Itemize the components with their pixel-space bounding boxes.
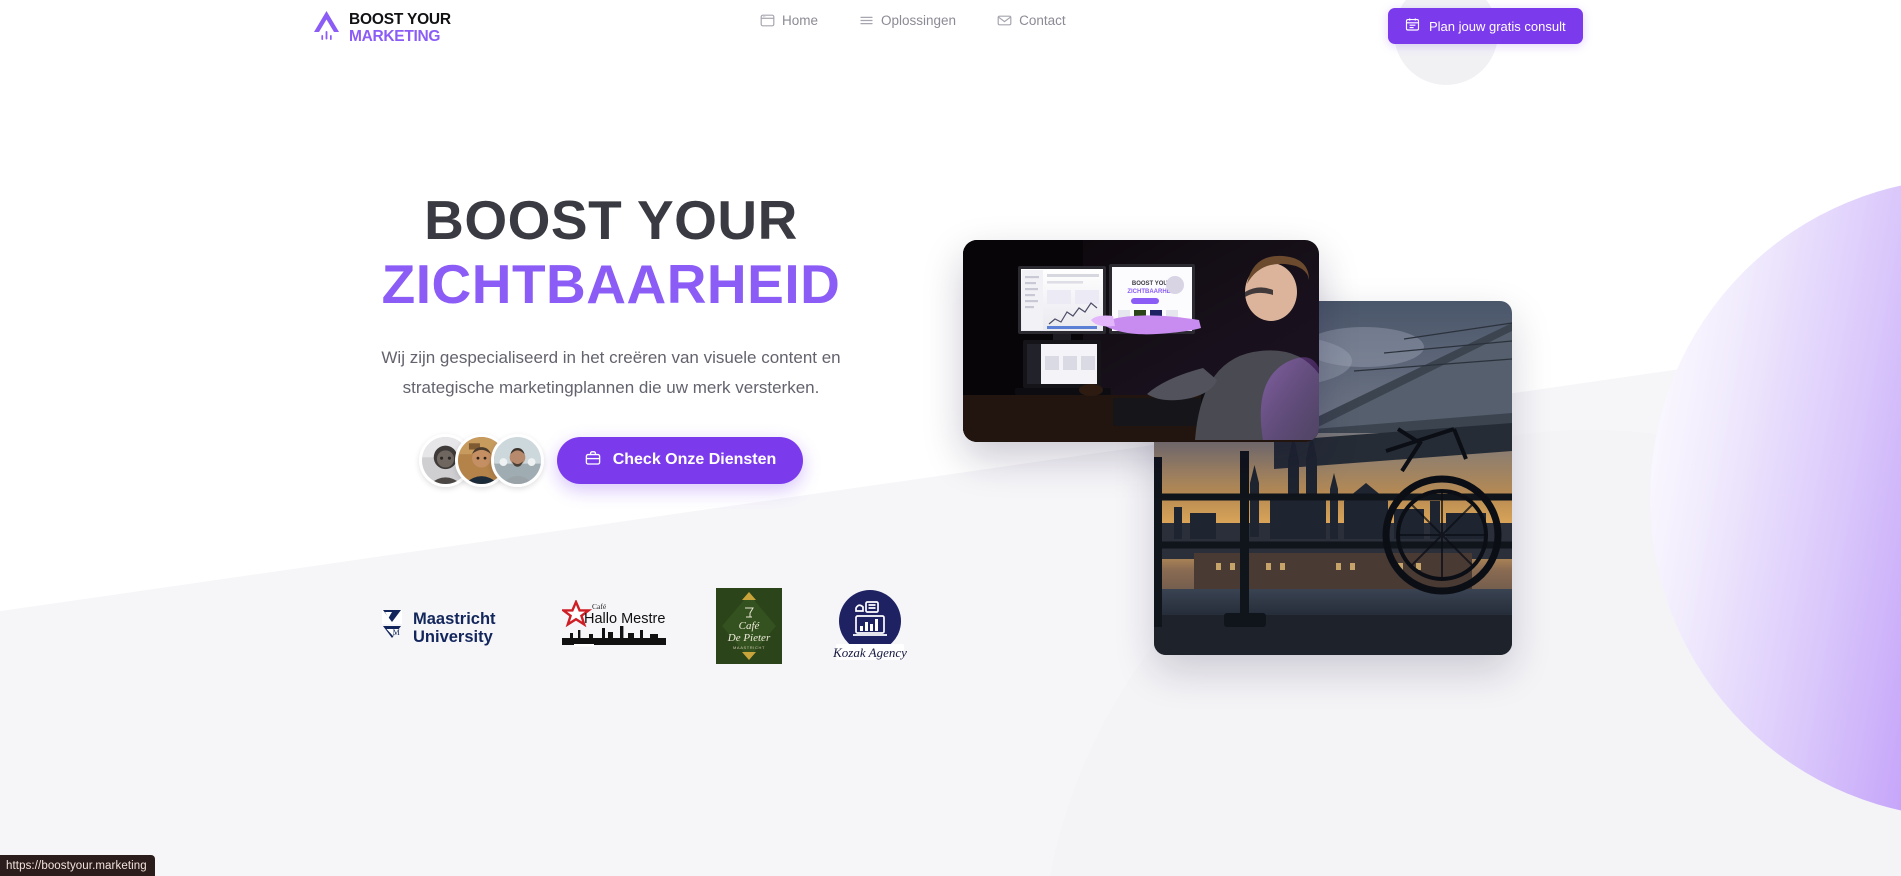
- nav-item-home-label: Home: [782, 13, 819, 28]
- header-cta-button[interactable]: Plan jouw gratis consult: [1388, 8, 1583, 44]
- hero-headline-line1: BOOST YOUR: [424, 189, 798, 251]
- kozak-agency-logo: Kozak Agency: [832, 588, 908, 664]
- nav-item-oplossingen-label: Oplossingen: [881, 13, 957, 28]
- maastricht-university-logo: M Maastricht University: [380, 602, 512, 650]
- envelope-icon: [997, 13, 1012, 28]
- purple-gradient-blob: [1650, 178, 1901, 818]
- hero-subheading: Wij zijn gespecialiseerd in het creëren …: [381, 348, 841, 397]
- hero-cta-button[interactable]: Check Onze Diensten: [556, 436, 804, 484]
- site-header: BOOST YOUR MARKETING Home Oplossingen Co…: [0, 0, 1901, 58]
- logo-text-line2: MARKETING: [349, 27, 441, 45]
- svg-text:MAASTRICHT: MAASTRICHT: [733, 645, 765, 650]
- briefcase-icon: [584, 449, 602, 472]
- logo-text-line1: BOOST YOUR: [349, 11, 451, 28]
- client-logo-strip: M Maastricht University Café Hallo Mestr…: [380, 588, 908, 664]
- svg-text:Maastricht: Maastricht: [413, 610, 496, 628]
- nav-item-contact[interactable]: Contact: [997, 13, 1066, 28]
- background-decorations: [0, 0, 1901, 876]
- nav-item-oplossingen[interactable]: Oplossingen: [859, 13, 956, 28]
- main-navigation: Home Oplossingen Contact: [760, 13, 1066, 28]
- diagonal-gray-band: [0, 297, 1901, 876]
- browser-window-icon: [760, 13, 775, 28]
- svg-text:De Pieter: De Pieter: [727, 632, 771, 644]
- svg-text:Kozak Agency: Kozak Agency: [832, 645, 907, 660]
- svg-text:Hallo Mestreeg: Hallo Mestreeg: [584, 611, 666, 627]
- hero-cta-row: Check Onze Diensten: [346, 433, 876, 487]
- hamburger-lines-icon: [859, 13, 874, 28]
- browser-status-bar-url: https://boostyour.marketing: [0, 855, 155, 876]
- hero-cta-label: Check Onze Diensten: [612, 451, 777, 469]
- nav-item-contact-label: Contact: [1019, 13, 1066, 28]
- team-avatar-group: [418, 433, 544, 487]
- site-logo[interactable]: BOOST YOUR MARKETING: [311, 10, 451, 45]
- svg-text:University: University: [413, 628, 494, 646]
- avatar-team-member-3[interactable]: [490, 433, 544, 487]
- header-cta-label: Plan jouw gratis consult: [1429, 18, 1566, 34]
- nav-item-home[interactable]: Home: [760, 13, 818, 28]
- page-root: BOOST YOUR MARKETING Home Oplossingen Co…: [0, 0, 1901, 876]
- svg-text:Café: Café: [592, 602, 607, 611]
- cafe-de-pieter-logo: Café De Pieter MAASTRICHT: [716, 588, 782, 664]
- hero-content: BOOST YOUR ZICHTBAARHEID Wij zijn gespec…: [346, 189, 876, 487]
- hero-image-workstation: BOOST YOUR ZICHTBAARHEID: [963, 240, 1319, 442]
- svg-text:M: M: [393, 628, 400, 637]
- calendar-icon: [1405, 17, 1420, 35]
- cafe-hallo-mestreeg-logo: Café Hallo Mestreeg: [562, 600, 666, 652]
- svg-text:Café: Café: [739, 620, 761, 632]
- hero-headline-line2: ZICHTBAARHEID: [381, 252, 841, 315]
- rocket-logo-icon: [311, 10, 342, 45]
